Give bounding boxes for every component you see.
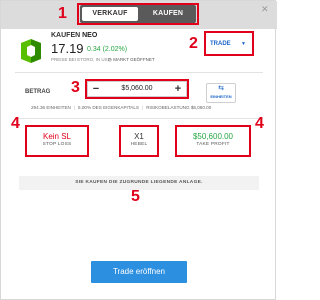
divider bbox=[15, 118, 263, 119]
instrument-title: KAUFEN NEO bbox=[51, 32, 97, 39]
callout-1: 1 bbox=[58, 5, 67, 22]
trade-dialog: VERKAUF KAUFEN ✕ 1 KAUFEN NEO 17.19 0.34… bbox=[0, 0, 277, 300]
separator: | bbox=[73, 105, 76, 110]
price-note: PREISE BEI ETORO, IN USD bbox=[51, 57, 111, 62]
info-message: SIE KAUFEN DIE ZUGRUNDE LIEGENDE ANLAGE. bbox=[19, 176, 259, 190]
equity-stat: 5.00% DES EIGENKAPITALS bbox=[78, 105, 139, 110]
leverage-label: HEBEL bbox=[130, 142, 148, 147]
market-status-text: MARKT GEÖFFNET bbox=[113, 57, 155, 62]
risk-stat: RISIKOBELASTUNG $5,060.00 bbox=[146, 105, 212, 110]
callout-4-right: 4 bbox=[255, 115, 264, 132]
trade-type-label: TRADE bbox=[210, 41, 231, 47]
increase-amount-button[interactable]: + bbox=[171, 82, 185, 96]
price-change: 0.34 (2.02%) bbox=[87, 46, 128, 53]
callout-3: 3 bbox=[71, 79, 80, 96]
amount-label: BETRAG bbox=[25, 89, 51, 95]
callout-5: 5 bbox=[131, 188, 140, 205]
instrument-action: KAUFEN bbox=[51, 32, 81, 39]
swap-icon: ⇆ bbox=[218, 85, 224, 92]
separator: | bbox=[141, 105, 144, 110]
leverage-button[interactable]: X1 HEBEL bbox=[121, 129, 157, 156]
stop-loss-label: STOP LOSS bbox=[42, 142, 72, 147]
take-profit-value: $50,600.00 bbox=[192, 132, 234, 141]
callout-4-left: 4 bbox=[11, 115, 20, 132]
units-toggle-button[interactable]: ⇆ EINHEITEN bbox=[206, 83, 236, 103]
trade-type-dropdown[interactable]: TRADE ▼ bbox=[207, 37, 249, 51]
leverage-value: X1 bbox=[134, 132, 144, 141]
callout-1-box bbox=[77, 3, 199, 25]
stop-loss-button[interactable]: Kein SL STOP LOSS bbox=[27, 129, 87, 156]
callout-2: 2 bbox=[189, 35, 198, 52]
divider bbox=[15, 72, 263, 73]
instrument-price: 17.19 bbox=[51, 41, 84, 56]
amount-input[interactable]: $5,060.00 bbox=[104, 82, 170, 96]
decrease-amount-button[interactable]: − bbox=[89, 82, 103, 96]
stop-loss-value: Kein SL bbox=[42, 132, 72, 141]
neo-logo-icon bbox=[21, 39, 41, 63]
take-profit-label: TAKE PROFIT bbox=[196, 142, 230, 147]
close-icon[interactable]: ✕ bbox=[261, 4, 269, 15]
units-toggle-label: EINHEITEN bbox=[210, 94, 232, 99]
take-profit-button[interactable]: $50,600.00 TAKE PROFIT bbox=[177, 129, 249, 156]
open-trade-button[interactable]: Trade eröffnen bbox=[91, 261, 187, 283]
position-stats: 294.36 EINHEITEN | 5.00% DES EIGENKAPITALS… bbox=[31, 105, 211, 110]
units-stat: 294.36 EINHEITEN bbox=[31, 105, 71, 110]
chevron-down-icon: ▼ bbox=[241, 41, 246, 47]
instrument-symbol: NEO bbox=[82, 32, 98, 39]
market-status: ◷ MARKT GEÖFFNET bbox=[108, 57, 155, 63]
amount-stepper: − $5,060.00 + bbox=[87, 81, 187, 97]
